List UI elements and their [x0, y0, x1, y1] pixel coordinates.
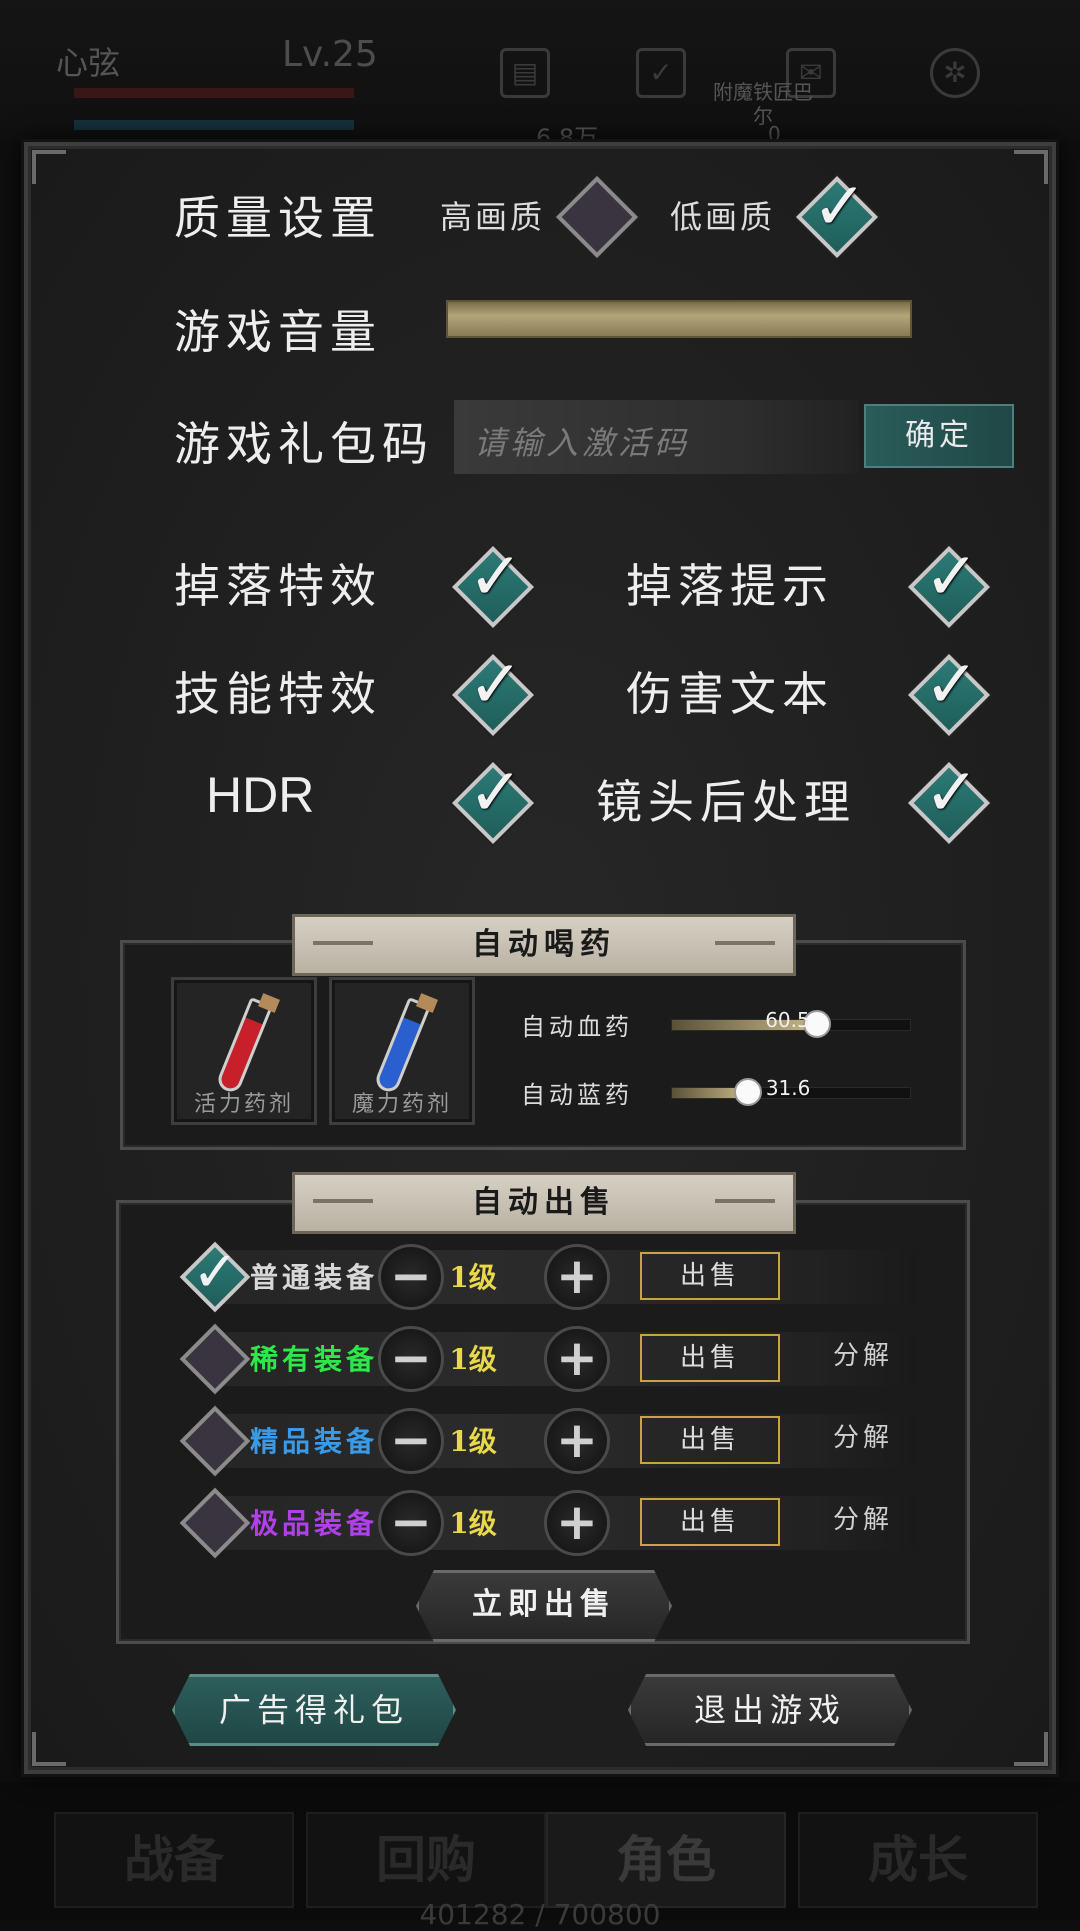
mp-potion-icon [372, 996, 432, 1096]
giftcode-input[interactable]: 请输入激活码 [454, 400, 858, 474]
toggle-label: 技能特效 [174, 667, 382, 721]
sell-row-label: 精品装备 [250, 1425, 379, 1458]
auto-mp-label: 自动蓝药 [521, 1081, 633, 1109]
toggle-label: 镜头后处理 [596, 775, 856, 829]
tab-character[interactable]: 角色 [546, 1812, 786, 1908]
auto-sell-title: 自动出售 [292, 1172, 796, 1234]
sell-row: 极品装备 −1级 + 出售 分解 [178, 1487, 918, 1559]
toggle-label: HDR [206, 767, 315, 823]
sell-level: 1级 [449, 1261, 497, 1294]
sell-button[interactable]: 出售 [640, 1498, 780, 1546]
check-icon: ✓ [924, 646, 980, 723]
check-icon: ✓ [468, 646, 524, 723]
map-label: 附魔铁匠巴尔 [713, 80, 813, 128]
toggle-label: 掉落提示 [626, 559, 834, 613]
auto-hp-value: 60.5 [765, 1008, 810, 1032]
sell-button[interactable]: 出售 [640, 1252, 780, 1300]
decompose-button[interactable] [808, 1252, 918, 1300]
check-icon: ✓ [924, 754, 980, 831]
tab-growth[interactable]: 成长 [798, 1812, 1038, 1908]
exit-game-button[interactable]: 退出游戏 [628, 1674, 912, 1746]
volume-label: 游戏音量 [174, 305, 382, 359]
panel-corner-ornament [1014, 150, 1048, 184]
decompose-button[interactable]: 分解 [808, 1498, 918, 1546]
sell-row: 精品装备 −1级 + 出售 分解 [178, 1405, 918, 1477]
check-icon: ✓ [468, 754, 524, 831]
check-icon: ✓ [468, 538, 524, 615]
player-name: 心弦 [56, 44, 121, 82]
sell-level: 1级 [449, 1343, 497, 1376]
sell-level: 1级 [449, 1425, 497, 1458]
toggle-label: 伤害文本 [626, 667, 834, 721]
sell-row: ✓ 普通装备 −1级 + 出售 [178, 1240, 918, 1313]
tab-buyback[interactable]: 回购 [306, 1812, 546, 1908]
panel-corner-ornament [32, 1732, 66, 1766]
sell-row: 稀有装备 −1级 + 出售 分解 [178, 1323, 918, 1395]
hp-bar [74, 88, 354, 98]
auto-mp-slider[interactable]: 31.6 [671, 1076, 911, 1106]
exp-text: 401282 / 700800 [419, 1898, 661, 1931]
calendar-icon[interactable]: ✓ [636, 48, 686, 98]
decompose-button[interactable]: 分解 [808, 1416, 918, 1464]
plus-button[interactable]: + [544, 1326, 610, 1392]
mp-potion-name: 魔力药剂 [351, 1092, 452, 1117]
auto-potion-title: 自动喝药 [292, 914, 796, 976]
auto-mp-value: 31.6 [765, 1076, 811, 1100]
check-icon: ✓ [812, 168, 868, 245]
mp-bar [74, 120, 354, 130]
sell-button[interactable]: 出售 [640, 1334, 780, 1382]
hp-potion-name: 活力药剂 [193, 1092, 294, 1117]
quality-label: 质量设置 [174, 191, 382, 245]
volume-slider[interactable] [446, 300, 912, 338]
check-icon: ✓ [924, 538, 980, 615]
gear-icon[interactable]: ✲ [930, 48, 980, 98]
book-icon[interactable]: ▤ [500, 48, 550, 98]
toggle-label: 掉落特效 [174, 559, 382, 613]
ad-gift-button[interactable]: 广告得礼包 [172, 1674, 456, 1746]
giftcode-confirm-button[interactable]: 确定 [864, 404, 1014, 468]
settings-panel: 质量设置 高画质 低画质 ✓ 游戏音量 游戏礼包码 请输入激活码 确定 掉落特效… [24, 142, 1056, 1774]
sell-row-label: 极品装备 [250, 1507, 379, 1540]
check-icon: ✓ [192, 1240, 239, 1305]
slider-knob[interactable] [733, 1078, 762, 1106]
potion-slot-mp[interactable]: 魔力药剂 [329, 977, 475, 1125]
decompose-button[interactable]: 分解 [808, 1334, 918, 1382]
plus-button[interactable]: + [544, 1408, 610, 1474]
sell-now-button[interactable]: 立即出售 [416, 1570, 672, 1642]
plus-button[interactable]: + [544, 1244, 610, 1310]
auto-hp-slider[interactable]: 60.5 [671, 1008, 911, 1038]
player-level: Lv.25 [282, 34, 378, 75]
top-hud: 心弦 Lv.25 ▤ ✓ ✉ ✲ 6.8万 附魔铁匠巴尔 0 [0, 0, 1080, 152]
panel-corner-ornament [1014, 1732, 1048, 1766]
hp-potion-icon [214, 996, 274, 1096]
sell-level: 1级 [449, 1507, 497, 1540]
sell-button[interactable]: 出售 [640, 1416, 780, 1464]
auto-hp-label: 自动血药 [521, 1013, 633, 1041]
low-quality-label: 低画质 [670, 198, 776, 236]
tab-equip[interactable]: 战备 [54, 1812, 294, 1908]
giftcode-label: 游戏礼包码 [174, 417, 434, 471]
plus-button[interactable]: + [544, 1490, 610, 1556]
panel-corner-ornament [32, 150, 66, 184]
high-quality-checkbox[interactable] [555, 175, 639, 259]
high-quality-label: 高画质 [440, 198, 546, 236]
sell-row-label: 稀有装备 [250, 1343, 379, 1376]
sell-row-label: 普通装备 [250, 1261, 379, 1294]
potion-slot-hp[interactable]: 活力药剂 [171, 977, 317, 1125]
